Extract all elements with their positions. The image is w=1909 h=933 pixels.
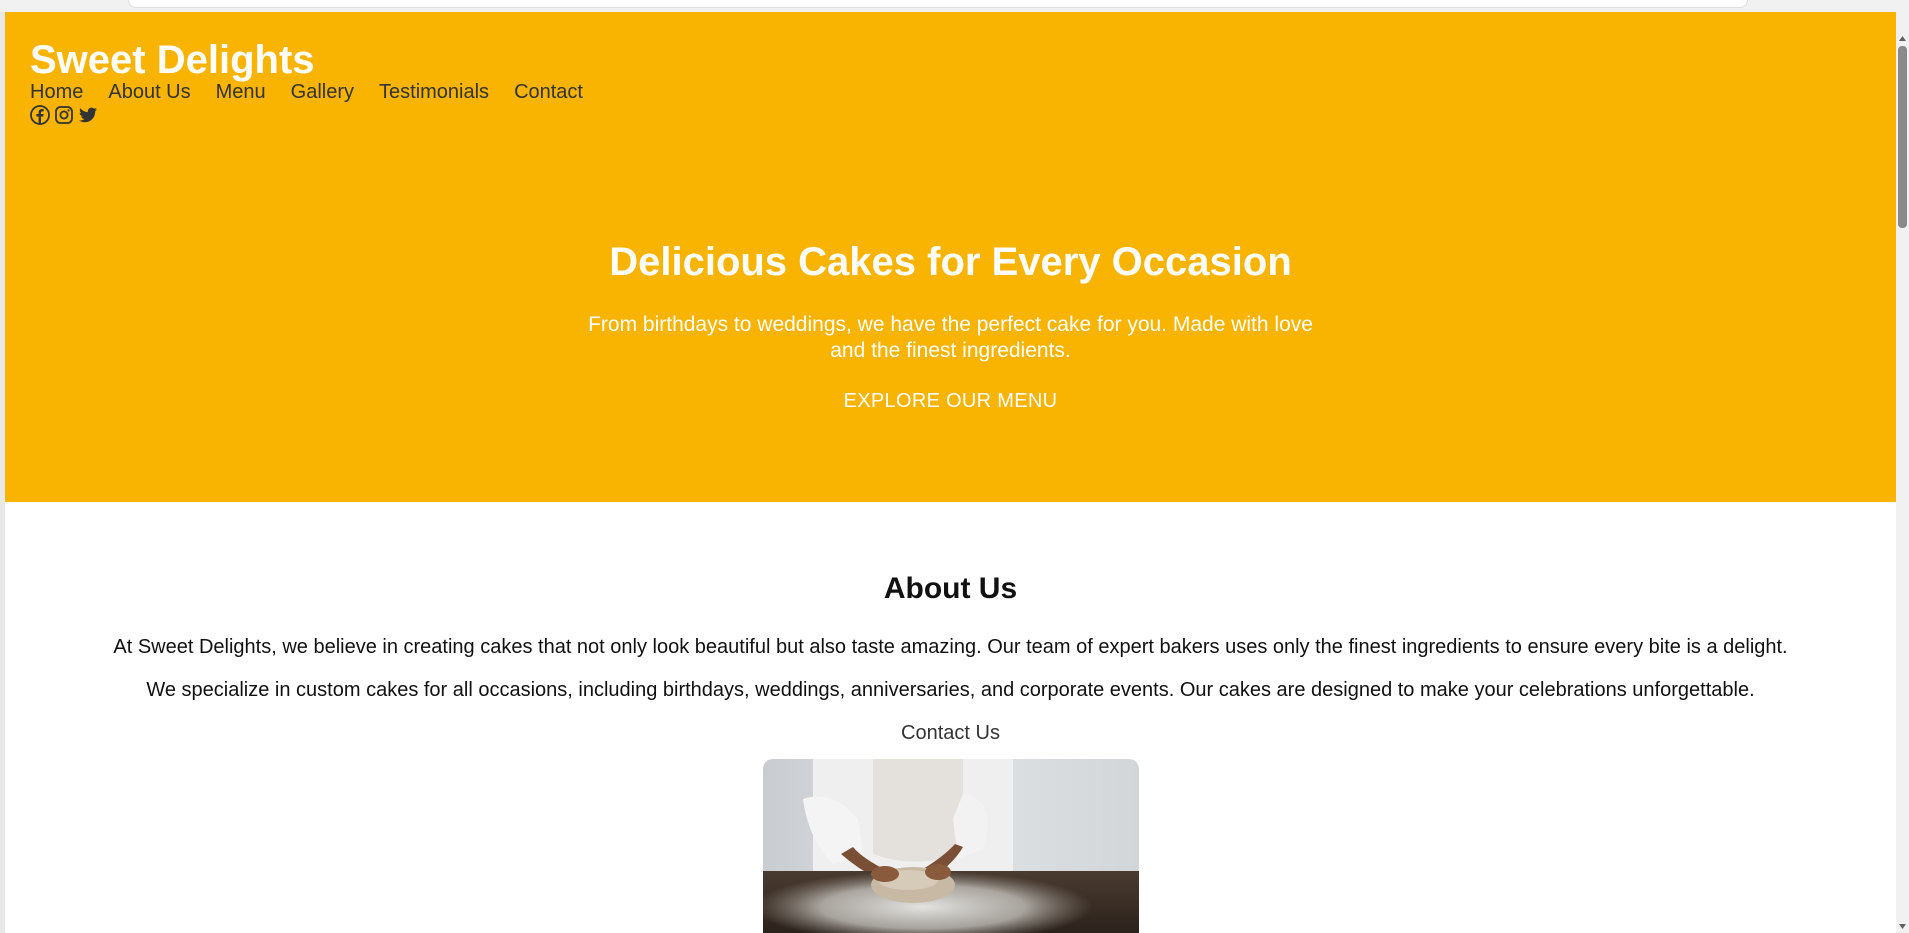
explore-menu-button[interactable]: EXPLORE OUR MENU xyxy=(844,390,1058,412)
browser-top-strip xyxy=(0,0,1909,12)
scroll-down-arrow-icon[interactable] xyxy=(1898,921,1907,931)
hero-header: Sweet Delights Home About Us Menu Galler… xyxy=(5,12,1896,502)
hero-title: Delicious Cakes for Every Occasion xyxy=(609,240,1292,284)
hero-cta-wrap: EXPLORE OUR MENU xyxy=(5,390,1896,413)
main-nav: Home About Us Menu Gallery Testimonials … xyxy=(30,81,608,104)
about-paragraph: We specialize in custom cakes for all oc… xyxy=(146,679,1755,701)
scroll-up-arrow-icon[interactable] xyxy=(1898,34,1907,44)
nav-link-contact[interactable]: Contact xyxy=(514,81,583,104)
nav-link-about[interactable]: About Us xyxy=(108,81,190,104)
browser-top-bar xyxy=(128,0,1748,8)
page-scrollbar[interactable] xyxy=(1896,12,1909,933)
twitter-icon[interactable] xyxy=(78,105,98,125)
nav-link-home[interactable]: Home xyxy=(30,81,83,104)
baker-kneading-dough-image xyxy=(763,759,1139,933)
nav-link-testimonials[interactable]: Testimonials xyxy=(379,81,489,104)
nav-link-gallery[interactable]: Gallery xyxy=(291,81,354,104)
scrollbar-thumb[interactable] xyxy=(1898,46,1907,228)
facebook-icon[interactable] xyxy=(30,105,50,125)
webpage: Sweet Delights Home About Us Menu Galler… xyxy=(5,12,1896,933)
about-contact-wrap: Contact Us xyxy=(5,722,1896,745)
hero-subtitle: From birthdays to weddings, we have the … xyxy=(588,313,1313,362)
site-brand[interactable]: Sweet Delights xyxy=(30,38,315,83)
about-title: About Us xyxy=(883,572,1018,605)
baker-photo-illustration xyxy=(763,759,1139,933)
about-paragraph: At Sweet Delights, we believe in creatin… xyxy=(113,636,1788,658)
nav-link-menu[interactable]: Menu xyxy=(216,81,266,104)
instagram-icon[interactable] xyxy=(54,105,74,125)
social-links xyxy=(30,105,98,125)
browser-viewport: Sweet Delights Home About Us Menu Galler… xyxy=(0,0,1909,933)
contact-us-link[interactable]: Contact Us xyxy=(901,722,1000,744)
